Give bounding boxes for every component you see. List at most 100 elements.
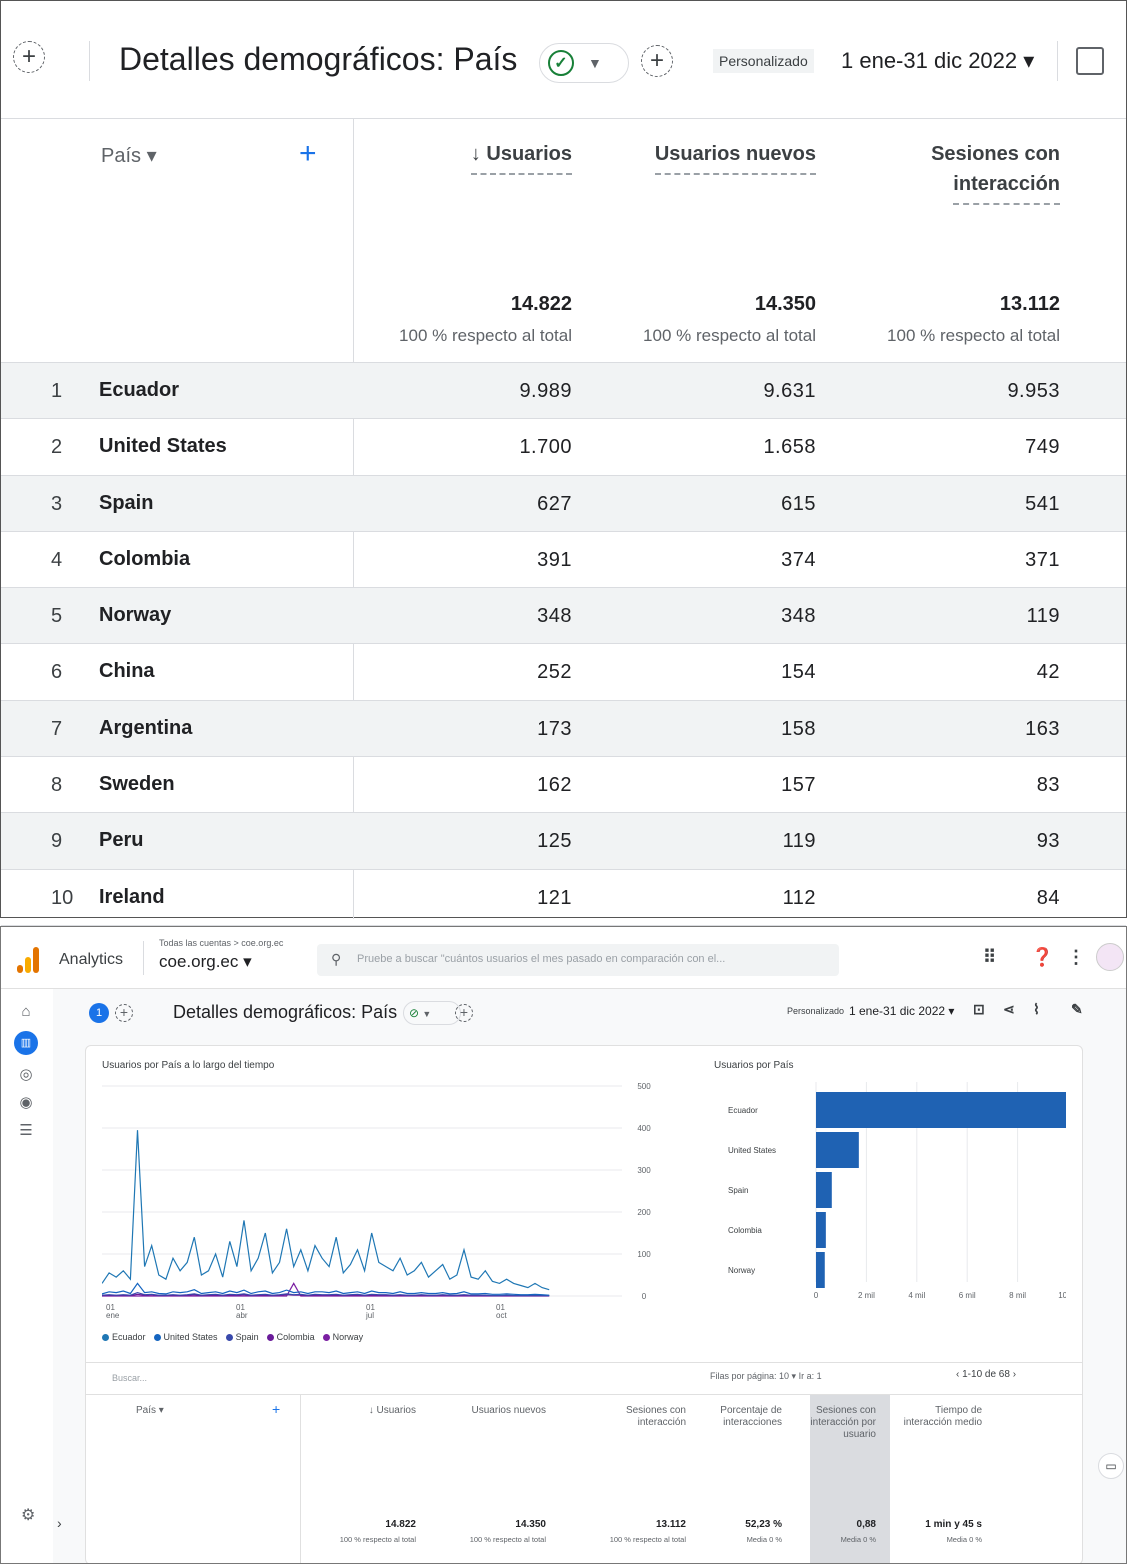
configure-icon[interactable]: ☰ (16, 1121, 36, 1141)
add-dimension-icon[interactable]: + (272, 1402, 280, 1416)
table-row[interactable]: 1 Ecuador 9.989 9.631 9.953 (1, 363, 1126, 420)
x-tick-label: 2 mil (858, 1291, 875, 1300)
table-toolbar: Buscar... Filas por página: 10 ▾ Ir a: 1… (86, 1362, 1082, 1394)
bottom-total-sub: 100 % respecto al total (609, 1535, 686, 1544)
legend-item[interactable]: Colombia (266, 1332, 315, 1342)
bottom-column-header[interactable]: Porcentaje de interacciones (706, 1405, 782, 1429)
cell-usuarios-nuevos: 119 (782, 830, 816, 853)
home-icon[interactable]: ⌂ (16, 1003, 36, 1023)
column-header-usuarios[interactable]: ↓ Usuarios (470, 139, 572, 175)
table-body: 1 Ecuador 9.989 9.631 9.953 2 United States 1.7… (1, 363, 1126, 926)
legend-item[interactable]: Spain (225, 1332, 259, 1342)
edit-pencil-icon[interactable]: ✎ (1071, 1001, 1083, 1018)
row-index: 1 (51, 380, 63, 402)
bar-chart-title: Usuarios por País (714, 1060, 794, 1071)
more-vert-icon[interactable]: ⋮ (1067, 947, 1085, 968)
divider (1057, 41, 1058, 81)
table-row[interactable]: 8 Sweden 162 157 83 (1, 757, 1126, 814)
report-status-dropdown[interactable]: ✓ ▼ (539, 43, 629, 83)
bar-colombia[interactable] (816, 1212, 826, 1248)
property-selector[interactable]: coe.org.ec ▾ (159, 952, 252, 972)
cell-usuarios: 1.700 (519, 436, 572, 459)
y-tick-label: 200 (637, 1208, 651, 1217)
column-header-sesiones-line1[interactable]: Sesiones con (931, 139, 1060, 169)
cell-usuarios-nuevos: 112 (782, 886, 816, 909)
add-filter-icon[interactable]: + (455, 1004, 473, 1022)
column-header-usuarios-nuevos[interactable]: Usuarios nuevos (654, 139, 816, 175)
bar-united-states[interactable] (816, 1132, 859, 1168)
legend-item[interactable]: United States (153, 1332, 218, 1342)
advertising-icon[interactable]: ◉ (16, 1093, 36, 1113)
customize-report-icon[interactable] (1076, 47, 1104, 75)
table-row[interactable]: 2 United States 1.700 1.658 749 (1, 419, 1126, 476)
table-search-input[interactable]: Buscar... (112, 1373, 147, 1383)
feedback-icon[interactable]: ▭ (1098, 1453, 1124, 1479)
y-tick-label: 400 (637, 1124, 651, 1133)
table-row[interactable]: 5 Norway 348 348 119 (1, 588, 1126, 645)
table-row[interactable]: 3 Spain 627 615 541 (1, 475, 1126, 532)
x-tick-label: 4 mil (908, 1291, 925, 1300)
row-index: 9 (51, 830, 63, 853)
bottom-column-header[interactable]: Usuarios nuevos (456, 1405, 546, 1417)
legend-item[interactable]: Ecuador (102, 1332, 146, 1342)
apps-grid-icon[interactable]: ⠿ (983, 947, 996, 968)
bottom-column-header[interactable]: Tiempo de interacción medio (896, 1405, 982, 1429)
table-row[interactable]: 4 Colombia 391 374 371 (1, 532, 1126, 589)
row-index: 3 (51, 492, 63, 515)
breadcrumb[interactable]: Todas las cuentas > coe.org.ec (159, 938, 283, 948)
help-icon[interactable]: ❓ (1031, 947, 1053, 968)
bar-ecuador[interactable] (816, 1092, 1066, 1128)
bottom-column-header[interactable]: Sesiones con interacción (586, 1405, 686, 1429)
table-row[interactable]: 6 China 252 154 42 (1, 644, 1126, 701)
date-range-selector[interactable]: 1 ene-31 dic 2022 ▾ (841, 48, 1034, 74)
bar-norway[interactable] (816, 1252, 825, 1288)
table-row[interactable]: 9 Peru 125 119 93 (1, 813, 1126, 870)
bottom-total-value: 0,88 (856, 1519, 876, 1530)
column-header-sesiones-line2[interactable]: interacción (953, 169, 1060, 205)
add-filter-icon[interactable]: + (641, 45, 673, 77)
cell-usuarios-nuevos: 374 (781, 548, 816, 571)
comparison-badge[interactable]: 1 (89, 1003, 109, 1023)
custom-date-badge: Personalizado (713, 49, 814, 73)
total-usuarios-nuevos: 14.350 (754, 293, 816, 315)
customize-report-icon[interactable]: ⊡ (973, 1001, 985, 1018)
avatar[interactable] (1096, 943, 1124, 971)
legend-label: Norway (332, 1332, 364, 1342)
expand-nav-chevron-icon[interactable]: › (57, 1515, 62, 1531)
pagination[interactable]: ‹ 1-10 de 68 › (956, 1369, 1016, 1380)
insights-icon[interactable]: ⌇ (1033, 1001, 1040, 1018)
cell-sesiones: 93 (1036, 830, 1060, 853)
cell-usuarios: 162 (537, 774, 572, 797)
dimension-selector[interactable]: País ▾ (101, 143, 157, 168)
legend-dot-icon (153, 1333, 161, 1341)
bottom-column-header[interactable]: ↓ Usuarios (356, 1405, 416, 1417)
add-dimension-icon[interactable]: + (299, 137, 317, 171)
row-index: 10 (51, 886, 74, 909)
share-icon[interactable]: ⋖ (1003, 1001, 1015, 1018)
rows-per-page[interactable]: Filas por página: 10 ▾ Ir a: 1 (710, 1371, 822, 1382)
bottom-column-header[interactable]: País ▾ (136, 1405, 206, 1417)
x-tick-label: 8 mil (1009, 1291, 1026, 1300)
report-status-dropdown[interactable]: ⊘ ▼ (403, 1001, 461, 1025)
date-range-selector[interactable]: 1 ene-31 dic 2022 ▾ (849, 1004, 954, 1018)
bottom-column-header[interactable]: Sesiones con interacción por usuario (806, 1405, 876, 1441)
cell-usuarios-nuevos: 157 (781, 774, 816, 797)
side-nav: ⌂ ▥ ◎ ◉ ☰ (1, 989, 53, 1563)
total-usuarios-nuevos-sub: 100 % respecto al total (643, 326, 816, 345)
bar-spain[interactable] (816, 1172, 832, 1208)
country-name: China (99, 660, 155, 683)
settings-gear-icon[interactable]: ⚙ (21, 1505, 35, 1525)
add-comparison-icon[interactable]: + (115, 1004, 133, 1022)
table-row[interactable]: 7 Argentina 173 158 163 (1, 700, 1126, 758)
row-index: 5 (51, 605, 63, 628)
add-comparison-icon[interactable]: + (13, 41, 45, 73)
cell-sesiones: 84 (1036, 886, 1060, 909)
check-circle-icon: ✓ (548, 50, 574, 76)
line-chart: 500400300200100001ene01abr01jul01oct (102, 1082, 651, 1320)
y-tick-label: 0 (642, 1292, 647, 1301)
search-input[interactable]: ⚲ Pruebe a buscar "cuántos usuarios el m… (317, 944, 839, 976)
reports-icon[interactable]: ▥ (14, 1031, 38, 1055)
explore-icon[interactable]: ◎ (16, 1065, 36, 1085)
table-row[interactable]: 10 Ireland 121 112 84 (1, 870, 1126, 926)
legend-item[interactable]: Norway (322, 1332, 364, 1342)
